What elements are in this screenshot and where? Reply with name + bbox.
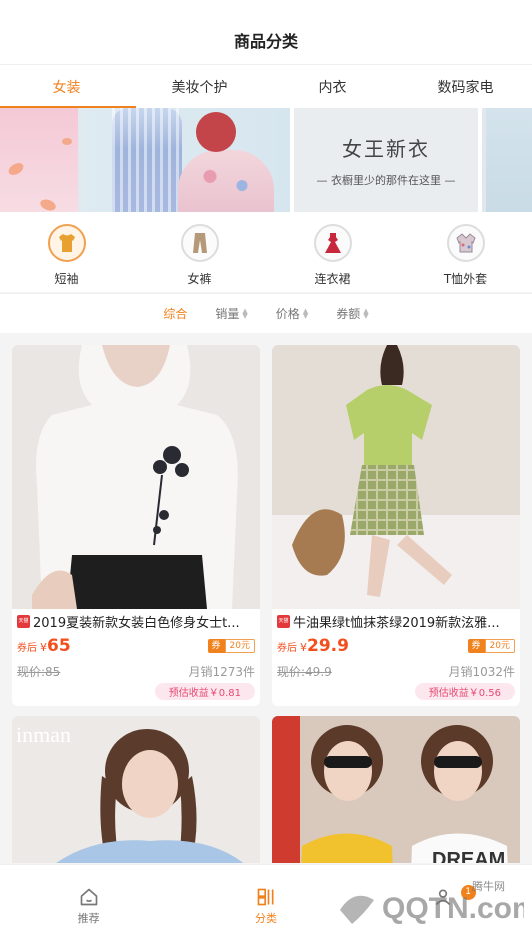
subcategory-label: T恤外套	[443, 272, 488, 286]
tab-womens-clothing[interactable]: 女装	[0, 65, 133, 108]
banner-subtitle: — 衣橱里少的那件在这里 —	[316, 173, 456, 187]
product-price: 券后 ¥ 29.9	[277, 636, 349, 656]
product-title: 天猫 2019夏装新款女装白色修身女士t...	[17, 614, 240, 631]
sort-comprehensive[interactable]: 综合	[163, 305, 187, 322]
sort-arrows-icon: ▲ ▼	[363, 306, 369, 320]
pants-icon	[180, 224, 219, 262]
product-title: 天猫 牛油果绿t恤抹茶绿2019新款泫雅...	[277, 614, 500, 631]
sort-sales[interactable]: 销量 ▲ ▼	[215, 305, 247, 322]
subcategory-pants[interactable]: 女裤	[133, 212, 266, 292]
banner-model-image	[178, 108, 274, 212]
banner-text-frame: 女王新衣 — 衣橱里少的那件在这里 —	[290, 108, 482, 212]
image-print-text: DREAM	[432, 849, 505, 863]
sort-label: 券额	[336, 307, 361, 321]
product-grid: 天猫 2019夏装新款女装白色修身女士t... 券后 ¥ 65 券 20元 现价…	[0, 333, 532, 863]
sort-label: 销量	[215, 307, 240, 321]
tab-category[interactable]: 分类	[177, 865, 354, 944]
subcategory-tshirt-jacket[interactable]: T恤外套	[399, 212, 532, 292]
coupon-badge[interactable]: 券 20元	[467, 639, 515, 653]
banner-title: 女王新衣	[342, 136, 430, 161]
page-title: 商品分类	[233, 32, 298, 51]
product-image: DREAM	[272, 716, 520, 863]
sort-arrows-icon: ▲ ▼	[302, 306, 309, 320]
subcategory-label: 女裤	[187, 272, 212, 286]
product-card[interactable]: DREAM	[272, 716, 520, 863]
subcategory-dress[interactable]: 连衣裙	[266, 212, 399, 292]
original-price: 现价:49.9	[277, 665, 332, 679]
category-tabs: 女装 美妆个护 内衣 数码家电	[0, 64, 532, 108]
tmall-icon: 天猫	[17, 614, 30, 628]
product-image	[272, 345, 520, 609]
product-price: 券后 ¥ 65	[17, 636, 71, 656]
estimated-earnings-badge: 预估收益￥0.81	[154, 683, 255, 700]
tab-label: 分类	[254, 912, 277, 925]
subcategory-label: 短袖	[54, 272, 79, 286]
estimated-earnings-badge: 预估收益￥0.56	[414, 683, 515, 700]
product-image	[12, 345, 260, 609]
image-brand-text: inman	[16, 722, 71, 747]
tab-beauty[interactable]: 美妆个护	[133, 65, 266, 108]
category-icon	[257, 888, 274, 906]
subcategory-row: 短袖 女裤 连衣裙 T恤外套	[0, 212, 532, 292]
promo-banner[interactable]: 女王新衣 — 衣橱里少的那件在这里 —	[0, 108, 532, 212]
monthly-sales: 月销1032件	[448, 665, 515, 679]
home-icon	[80, 888, 97, 906]
tab-label: 推荐	[77, 912, 100, 925]
coupon-badge[interactable]: 券 20元	[207, 639, 255, 653]
product-card[interactable]: 天猫 牛油果绿t恤抹茶绿2019新款泫雅... 券后 ¥ 29.9 券 20元 …	[272, 345, 520, 706]
sort-coupon[interactable]: 券额 ▲ ▼	[336, 305, 368, 322]
banner-background	[0, 108, 78, 212]
dress-icon	[313, 224, 352, 262]
sort-label: 价格	[275, 307, 300, 321]
user-icon	[436, 889, 451, 906]
sort-bar: 综合 销量 ▲ ▼ 价格 ▲ ▼ 券额 ▲ ▼	[0, 293, 532, 333]
subcategory-label: 连衣裙	[314, 272, 351, 286]
sort-arrows-icon: ▲ ▼	[242, 306, 248, 320]
banner-model-image	[112, 108, 182, 212]
tshirt-icon	[47, 224, 86, 262]
tab-profile[interactable]: 1	[355, 865, 532, 944]
product-image: inman	[12, 716, 260, 863]
product-card[interactable]: inman	[12, 716, 260, 863]
tab-recommend[interactable]: 推荐	[0, 865, 177, 944]
jacket-icon	[446, 224, 485, 262]
monthly-sales: 月销1273件	[188, 665, 255, 679]
original-price: 现价:85	[17, 665, 61, 679]
header: 商品分类	[0, 0, 532, 64]
sort-price[interactable]: 价格 ▲ ▼	[276, 305, 308, 322]
notification-badge: 1	[460, 885, 476, 900]
sort-label: 综合	[163, 307, 188, 321]
product-card[interactable]: 天猫 2019夏装新款女装白色修身女士t... 券后 ¥ 65 券 20元 现价…	[12, 345, 260, 706]
bottom-tab-bar: 推荐 分类 1	[0, 864, 532, 944]
tmall-icon: 天猫	[277, 614, 290, 628]
tab-underwear[interactable]: 内衣	[266, 65, 399, 108]
banner-background	[486, 108, 532, 212]
tab-electronics[interactable]: 数码家电	[399, 65, 532, 108]
subcategory-short-sleeve[interactable]: 短袖	[0, 212, 133, 292]
